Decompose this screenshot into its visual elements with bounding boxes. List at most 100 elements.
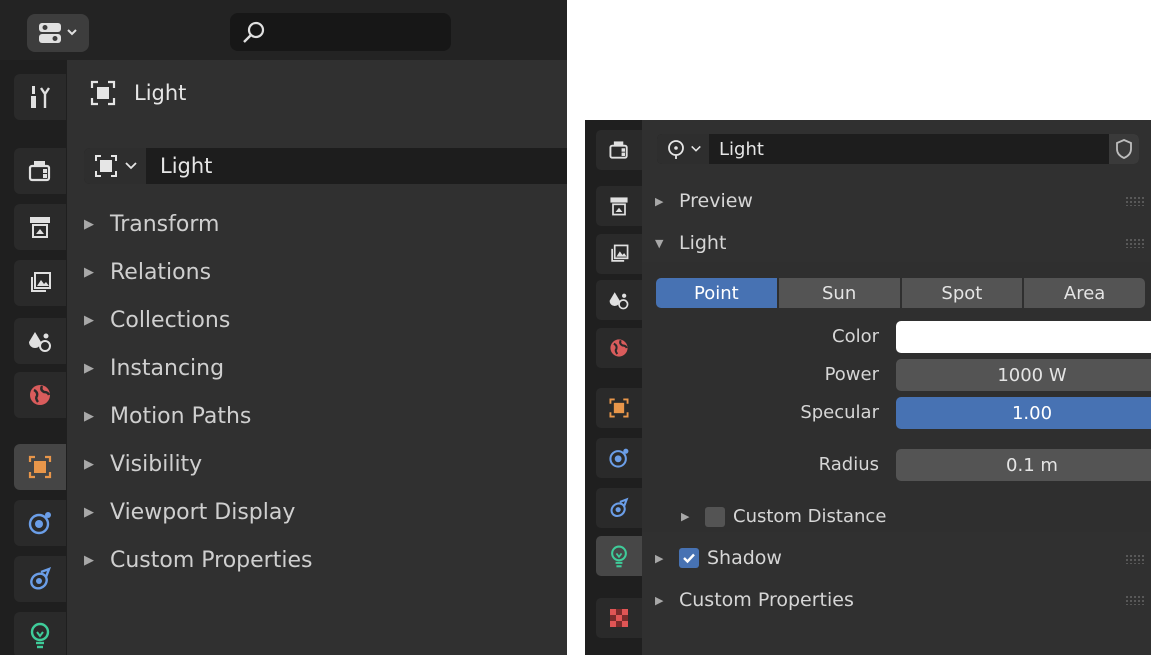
panel-drag-handle[interactable] <box>1125 595 1145 605</box>
power-property: Power 1000 W <box>642 359 1151 391</box>
tab-tool[interactable] <box>14 74 66 120</box>
render-icon <box>609 141 628 159</box>
panel-label: Light <box>679 232 727 254</box>
tab-output[interactable] <box>596 186 642 226</box>
power-field[interactable]: 1000 W <box>896 359 1151 391</box>
light-type-point[interactable]: Point <box>656 278 777 308</box>
properties-editor-light: Light ▶ Preview ▼ Light Point Sun Spot A… <box>585 120 1151 655</box>
tab-constraints[interactable] <box>596 488 642 528</box>
datablock-browse-button[interactable] <box>657 134 709 164</box>
collapsed-triangle-icon: ▶ <box>84 505 94 520</box>
panel-label: Relations <box>110 260 212 285</box>
search-input[interactable] <box>230 13 451 51</box>
panel-light[interactable]: ▼ Light <box>655 232 726 254</box>
world-icon <box>30 385 51 405</box>
custom-distance-checkbox[interactable] <box>705 506 725 527</box>
panel-drag-handle[interactable] <box>1125 238 1145 248</box>
tab-light-data[interactable] <box>14 612 66 655</box>
specular-slider[interactable]: 1.00 <box>896 397 1151 429</box>
radius-field[interactable]: 0.1 m <box>896 449 1151 481</box>
properties-tab-bar <box>0 60 67 655</box>
tool-icon <box>31 86 50 108</box>
panel-custom-properties[interactable]: ▶ Custom Properties <box>84 548 312 573</box>
datablock-browse-button[interactable] <box>84 148 146 184</box>
search-icon <box>243 21 265 43</box>
tab-scene[interactable] <box>596 280 642 320</box>
shadow-checkbox[interactable] <box>679 548 699 568</box>
light-datablock-field[interactable]: Light <box>657 134 1139 164</box>
scene-icon <box>609 292 629 310</box>
color-property: Color <box>642 321 1151 353</box>
collapsed-triangle-icon: ▶ <box>84 457 94 472</box>
tab-world[interactable] <box>14 372 66 418</box>
view-layer-icon <box>611 244 629 262</box>
properties-editor-icon <box>39 23 77 43</box>
tab-physics[interactable] <box>596 438 642 478</box>
expanded-triangle-icon: ▼ <box>655 236 664 250</box>
tab-render[interactable] <box>596 130 642 170</box>
tab-object[interactable] <box>596 388 642 428</box>
datablock-name: Light <box>160 154 213 178</box>
tab-view-layer[interactable] <box>596 234 642 274</box>
panel-label: Preview <box>679 190 753 212</box>
light-data-icon <box>611 545 627 568</box>
tab-view-layer[interactable] <box>14 260 66 306</box>
collapsed-triangle-icon: ▶ <box>84 217 94 232</box>
panel-label: Instancing <box>110 356 225 381</box>
panel-drag-handle[interactable] <box>1125 554 1145 564</box>
light-icon <box>667 140 684 159</box>
panel-label: Transform <box>110 212 220 237</box>
tab-light-data[interactable] <box>596 536 642 576</box>
world-icon <box>610 339 628 357</box>
panel-preview[interactable]: ▶ Preview <box>655 190 753 212</box>
panel-collections[interactable]: ▶ Collections <box>84 308 230 333</box>
tab-render[interactable] <box>14 148 66 194</box>
editor-header <box>0 0 567 60</box>
panel-visibility[interactable]: ▶ Visibility <box>84 452 202 477</box>
tab-object[interactable] <box>14 444 66 490</box>
tab-output[interactable] <box>14 204 66 250</box>
light-type-selector: Point Sun Spot Area <box>656 278 1145 308</box>
tab-constraints[interactable] <box>14 556 66 602</box>
texture-icon <box>610 609 628 627</box>
tab-physics[interactable] <box>14 500 66 546</box>
editor-type-button[interactable] <box>27 14 89 52</box>
light-type-area[interactable]: Area <box>1024 278 1145 308</box>
checkmark-icon <box>683 553 695 564</box>
panel-label: Custom Properties <box>679 589 854 611</box>
panel-custom-properties[interactable]: ▶ Custom Properties <box>655 589 854 611</box>
panel-shadow[interactable]: ▶ Shadow <box>655 547 782 569</box>
output-icon <box>610 197 628 216</box>
object-datablock-field[interactable]: Light <box>84 148 567 184</box>
panel-relations[interactable]: ▶ Relations <box>84 260 211 285</box>
tab-world[interactable] <box>596 328 642 368</box>
light-type-spot[interactable]: Spot <box>901 278 1023 308</box>
collapsed-triangle-icon: ▶ <box>84 313 94 328</box>
tab-texture[interactable] <box>596 598 642 638</box>
scene-icon <box>29 332 51 352</box>
panel-viewport-display[interactable]: ▶ Viewport Display <box>84 500 295 525</box>
context-label: Light <box>134 81 187 105</box>
collapsed-triangle-icon: ▶ <box>681 510 690 523</box>
collapsed-triangle-icon: ▶ <box>84 265 94 280</box>
panel-transform[interactable]: ▶ Transform <box>84 212 219 237</box>
light-type-sun[interactable]: Sun <box>778 278 900 308</box>
fake-user-button[interactable] <box>1109 134 1139 164</box>
panel-custom-distance[interactable]: ▶ Custom Distance <box>681 506 886 527</box>
output-icon <box>30 217 50 238</box>
collapsed-triangle-icon: ▶ <box>84 409 94 424</box>
context-path: Light <box>88 78 186 108</box>
panel-instancing[interactable]: ▶ Instancing <box>84 356 224 381</box>
tab-scene[interactable] <box>14 318 66 364</box>
object-icon <box>90 80 116 106</box>
collapsed-triangle-icon: ▶ <box>655 551 664 565</box>
properties-tab-bar <box>585 120 642 655</box>
specular-property: Specular 1.00 <box>642 397 1151 429</box>
color-swatch[interactable] <box>896 321 1151 353</box>
panel-drag-handle[interactable] <box>1125 196 1145 206</box>
panel-motion-paths[interactable]: ▶ Motion Paths <box>84 404 251 429</box>
panel-label: Visibility <box>110 452 203 477</box>
collapsed-triangle-icon: ▶ <box>655 593 664 607</box>
datablock-name: Light <box>719 138 764 160</box>
physics-icon <box>28 512 51 535</box>
